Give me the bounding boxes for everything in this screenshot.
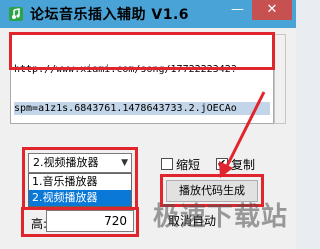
- app-window: 论坛音乐插入辅助 V1.6 — ✕ http://www.xiami.com/s…: [0, 0, 296, 249]
- red-arrow-icon: [219, 91, 266, 178]
